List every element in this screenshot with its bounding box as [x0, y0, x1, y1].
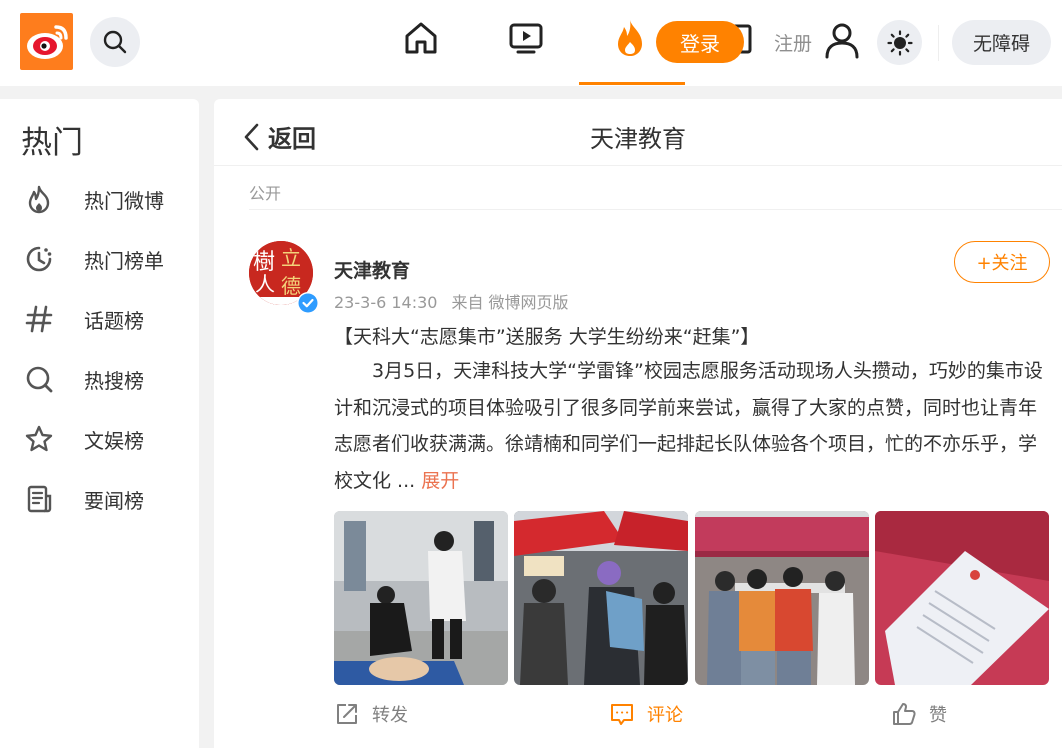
visibility-label: 公开 [249, 184, 282, 203]
search-button[interactable] [90, 17, 140, 67]
svg-text:人: 人 [255, 272, 275, 296]
login-button[interactable]: 登录 [656, 21, 744, 63]
hashtag-icon [22, 302, 56, 336]
sidebar-item-label: 热搜榜 [84, 368, 144, 393]
search-list-icon [22, 362, 56, 396]
sidebar-item-topics[interactable]: 话题榜 [0, 291, 199, 347]
sidebar-item-hot-search[interactable]: 热搜榜 [0, 351, 199, 407]
sidebar-item-label: 热门榜单 [84, 248, 164, 273]
weibo-logo[interactable] [20, 13, 73, 70]
home-icon [405, 22, 437, 54]
post-image[interactable] [334, 511, 508, 685]
share-label: 转发 [372, 705, 408, 726]
comment-icon [611, 704, 633, 725]
back-label: 返回 [268, 125, 316, 153]
top-navigation-bar: 登录 注册 无障碍 [0, 0, 1062, 86]
flame-outline-icon [22, 182, 56, 216]
sidebar-item-label: 要闻榜 [84, 488, 144, 513]
chevron-left-icon [244, 123, 259, 150]
sidebar-item-news[interactable]: 要闻榜 [0, 471, 199, 527]
video-icon [509, 23, 543, 54]
flame-icon [618, 20, 642, 56]
sidebar-item-hot-weibo[interactable]: 热门微博 [0, 171, 199, 227]
share-button[interactable]: 转发 [334, 701, 408, 727]
comment-label: 评论 [647, 705, 683, 726]
sidebar-item-label: 热门微博 [84, 188, 164, 213]
post-image[interactable] [695, 511, 869, 685]
main-content: 天津教育 返回 公开 樹 立 人 德 天津教育 23-3-6 14:30 来自 微… [214, 99, 1062, 748]
author-name[interactable]: 天津教育 [334, 256, 410, 283]
nav-home[interactable] [401, 18, 441, 58]
nav-hot[interactable] [610, 18, 650, 58]
divider [249, 209, 1062, 210]
theme-toggle-button[interactable] [877, 20, 922, 65]
post-source: 来自 微博网页版 [451, 293, 569, 312]
post-headline: 【天科大“志愿集市”送服务 大学生纷纷来“赶集”】 [334, 326, 760, 348]
nav-video[interactable] [506, 18, 546, 58]
post-body: 3月5日，天津科技大学“学雷锋”校园志愿服务活动现场人头攒动，巧妙的集市设计和沉… [334, 353, 1050, 499]
news-icon [22, 482, 56, 516]
comment-button[interactable]: 评论 [609, 701, 683, 727]
share-icon [337, 704, 357, 724]
svg-text:立: 立 [281, 246, 301, 270]
thumbs-up-icon [893, 703, 916, 725]
sidebar-item-entertainment[interactable]: 文娱榜 [0, 411, 199, 467]
sidebar-item-hot-list[interactable]: 热门榜单 [0, 231, 199, 287]
post-time[interactable]: 23-3-6 14:30 [334, 293, 437, 312]
user-icon[interactable] [823, 21, 861, 59]
like-button[interactable]: 赞 [891, 701, 947, 727]
verified-badge-icon [297, 292, 319, 314]
header-divider [938, 25, 939, 61]
sidebar-item-label: 文娱榜 [84, 428, 144, 453]
accessibility-button[interactable]: 无障碍 [952, 20, 1051, 65]
divider [214, 165, 1062, 166]
sidebar-title: 热门 [21, 125, 83, 161]
post-image[interactable] [514, 511, 688, 685]
post-image[interactable] [875, 511, 1049, 685]
search-icon [103, 30, 127, 54]
sidebar: 热门 热门微博 热门榜单 话题榜 热搜榜 文娱榜 要闻榜 [0, 99, 199, 748]
page-title: 天津教育 [590, 125, 686, 153]
sun-icon [886, 29, 913, 56]
clock-icon [22, 242, 56, 276]
back-button[interactable]: 返回 [240, 119, 316, 154]
expand-link[interactable]: 展开 [421, 470, 459, 492]
follow-button[interactable]: +关注 [954, 241, 1050, 283]
register-link[interactable]: 注册 [774, 29, 812, 56]
like-label: 赞 [929, 705, 947, 726]
sidebar-item-label: 话题榜 [84, 308, 144, 333]
post-meta: 23-3-6 14:30 来自 微博网页版 [334, 289, 569, 313]
active-tab-indicator [579, 82, 685, 85]
star-icon [22, 422, 56, 456]
